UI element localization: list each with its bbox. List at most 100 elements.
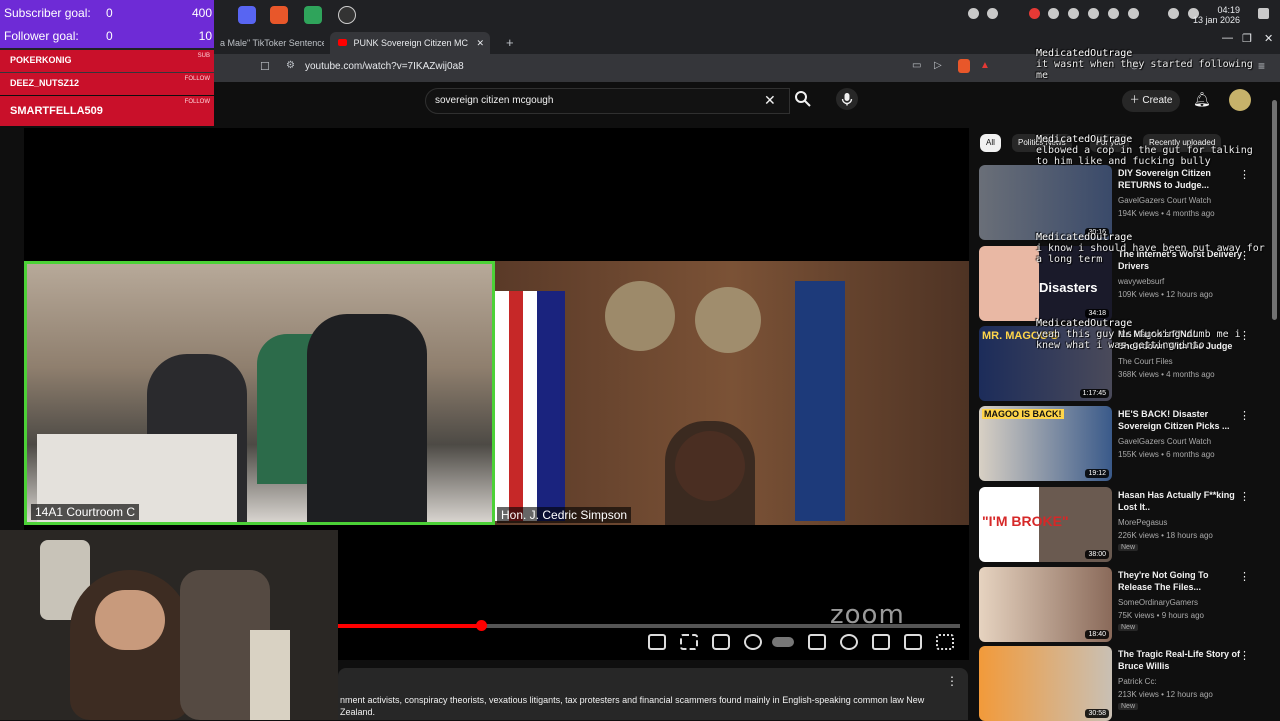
- fullscreen-icon[interactable]: [936, 634, 954, 650]
- video-channel[interactable]: GavelGazers Court Watch: [1118, 437, 1211, 446]
- minimize-icon[interactable]: —: [1222, 32, 1233, 44]
- alert-tag: FOLLOW: [184, 99, 210, 105]
- autoplay-toggle[interactable]: [772, 637, 794, 647]
- brave-icon[interactable]: [270, 6, 288, 24]
- site-info-icon[interactable]: ⚙: [286, 60, 295, 71]
- video-thumbnail[interactable]: 18:40: [979, 567, 1112, 642]
- cast-icon[interactable]: ▭: [912, 60, 921, 71]
- video-duration: 18:40: [1085, 630, 1109, 639]
- search-input[interactable]: sovereign citizen mcgough: [425, 88, 790, 114]
- network-icon[interactable]: [1088, 8, 1099, 19]
- video-channel[interactable]: SomeOrdinaryGamers: [1118, 598, 1198, 607]
- url-text[interactable]: youtube.com/watch?v=7IKAZwij0a8: [305, 61, 464, 72]
- video-channel[interactable]: The Court Files: [1118, 357, 1173, 366]
- system-clock[interactable]: 04:19 13 jan 2026: [1193, 5, 1240, 25]
- power-icon[interactable]: [1068, 8, 1079, 19]
- video-thumbnail[interactable]: "I'M BROKE" 38:00: [979, 487, 1112, 562]
- video-title[interactable]: HE'S BACK! Disaster Sovereign Citizen Pi…: [1118, 408, 1242, 432]
- microphone-icon[interactable]: [836, 88, 858, 110]
- new-tab-button[interactable]: +: [498, 32, 518, 54]
- settings-icon[interactable]: [840, 634, 858, 650]
- miniplayer-icon[interactable]: [648, 634, 666, 650]
- description-more-icon[interactable]: ⋮: [946, 674, 958, 688]
- alert-follow-2: SMARTFELLA509 FOLLOW: [0, 96, 214, 126]
- thumbnail-text: Disasters: [1039, 280, 1098, 295]
- avatar[interactable]: [1229, 89, 1251, 111]
- courtroom-caption: 14A1 Courtroom C: [31, 504, 140, 520]
- video-thumbnail[interactable]: 30:16: [979, 165, 1112, 240]
- new-badge: New: [1118, 544, 1139, 551]
- close-window-icon[interactable]: ✕: [1264, 32, 1273, 45]
- layers-app-icon[interactable]: [304, 6, 322, 24]
- progress-bar[interactable]: [338, 620, 960, 631]
- video-channel[interactable]: MorePegasus: [1118, 518, 1167, 527]
- recommended-video-5[interactable]: "I'M BROKE" 38:00 Hasan Has Actually F**…: [979, 487, 1269, 563]
- bell-icon[interactable]: 🔔︎: [1193, 91, 1211, 108]
- tab-punk-sovereign[interactable]: PUNK Sovereign Citizen MC ✕: [330, 32, 490, 54]
- recommended-video-6[interactable]: 18:40 They're Not Going To Release The F…: [979, 567, 1269, 643]
- sidebar-scrollbar[interactable]: [1272, 100, 1277, 320]
- notification-center-icon[interactable]: [1258, 8, 1269, 19]
- create-button[interactable]: ＋ Create: [1122, 90, 1180, 112]
- video-title[interactable]: They're Not Going To Release The Files..…: [1118, 569, 1242, 593]
- captions-icon[interactable]: [808, 634, 826, 650]
- chat-username: MedicatedOutrage: [1036, 48, 1133, 59]
- wifi-icon[interactable]: [1168, 8, 1179, 19]
- video-thumbnail[interactable]: 30:58: [979, 646, 1112, 721]
- more-options-icon[interactable]: ⋮: [1239, 649, 1250, 662]
- steam-icon[interactable]: [1048, 8, 1059, 19]
- bookmark-icon[interactable]: ☐: [260, 60, 270, 73]
- create-label: Create: [1142, 95, 1173, 106]
- chat-message-4: MedicatedOutrage yeah this guy is fuckin…: [1036, 318, 1266, 351]
- video-title[interactable]: The Tragic Real-Life Story of Bruce Will…: [1118, 648, 1242, 672]
- recommended-video-7[interactable]: 30:58 The Tragic Real-Life Story of Bruc…: [979, 646, 1269, 721]
- recommended-video-1[interactable]: 30:16 DIY Sovereign Citizen RETURNS to J…: [979, 165, 1269, 241]
- record-icon[interactable]: [1029, 8, 1040, 19]
- screenshot-icon[interactable]: [712, 634, 730, 650]
- streamer-webcam: [0, 530, 338, 720]
- rewards-icon[interactable]: ▲: [980, 60, 990, 71]
- restore-icon[interactable]: ❐: [1242, 32, 1252, 45]
- video-title[interactable]: Hasan Has Actually F**king Lost It..: [1118, 489, 1242, 513]
- notification-icon[interactable]: [968, 8, 979, 19]
- miniplayer-toggle-icon[interactable]: [872, 634, 890, 650]
- follower-goal: Follower goal: 0 10: [4, 29, 212, 43]
- brave-shield-icon[interactable]: [958, 59, 970, 73]
- tab-tiktoker[interactable]: a Male" TikToker Sentence: [212, 32, 324, 54]
- chapters-icon[interactable]: [680, 634, 698, 650]
- gear-icon[interactable]: [744, 634, 762, 650]
- video-duration: 38:00: [1085, 550, 1109, 559]
- theater-mode-icon[interactable]: [904, 634, 922, 650]
- discord-tray-icon[interactable]: [987, 8, 998, 19]
- video-description[interactable]: nment activists, conspiracy theorists, v…: [338, 668, 968, 720]
- volume-icon[interactable]: [1108, 8, 1119, 19]
- video-title[interactable]: DIY Sovereign Citizen RETURNS to Judge..…: [1118, 167, 1242, 191]
- video-channel[interactable]: Patrick Cc:: [1118, 677, 1157, 686]
- obs-icon[interactable]: [338, 6, 356, 24]
- clear-search-icon[interactable]: ✕: [764, 92, 776, 109]
- video-duration: 30:58: [1085, 709, 1109, 718]
- video-channel[interactable]: GavelGazers Court Watch: [1118, 196, 1211, 205]
- chip-all[interactable]: All: [980, 134, 1001, 152]
- alert-name: SMARTFELLA509: [10, 105, 103, 117]
- video-channel[interactable]: wavywebsurf: [1118, 277, 1164, 286]
- close-tab-icon[interactable]: ✕: [476, 32, 484, 54]
- video-thumbnail[interactable]: MAGOO IS BACK! 19:12: [979, 406, 1112, 481]
- video-meta: 194K views • 4 months ago: [1118, 209, 1215, 218]
- scrubber-handle[interactable]: [476, 620, 488, 631]
- chat-username: MedicatedOutrage: [1036, 134, 1133, 145]
- more-options-icon[interactable]: ⋮: [1239, 570, 1250, 583]
- chat-username: MedicatedOutrage: [1036, 232, 1133, 243]
- video-duration: 19:12: [1085, 469, 1109, 478]
- discord-icon[interactable]: [238, 6, 256, 24]
- more-options-icon[interactable]: ⋮: [1239, 490, 1250, 503]
- play-extension-icon[interactable]: ▷: [934, 60, 942, 71]
- subscriber-goal-target: 400: [191, 6, 212, 20]
- clock-date: 13 jan 2026: [1192, 15, 1240, 25]
- recommended-video-4[interactable]: MAGOO IS BACK! 19:12 HE'S BACK! Disaster…: [979, 406, 1269, 482]
- search-icon[interactable]: [794, 90, 812, 108]
- more-options-icon[interactable]: ⋮: [1239, 409, 1250, 422]
- more-options-icon[interactable]: ⋮: [1239, 168, 1250, 181]
- brightness-icon[interactable]: [1128, 8, 1139, 19]
- judge-feed: Hon. J. Cedric Simpson: [495, 261, 969, 525]
